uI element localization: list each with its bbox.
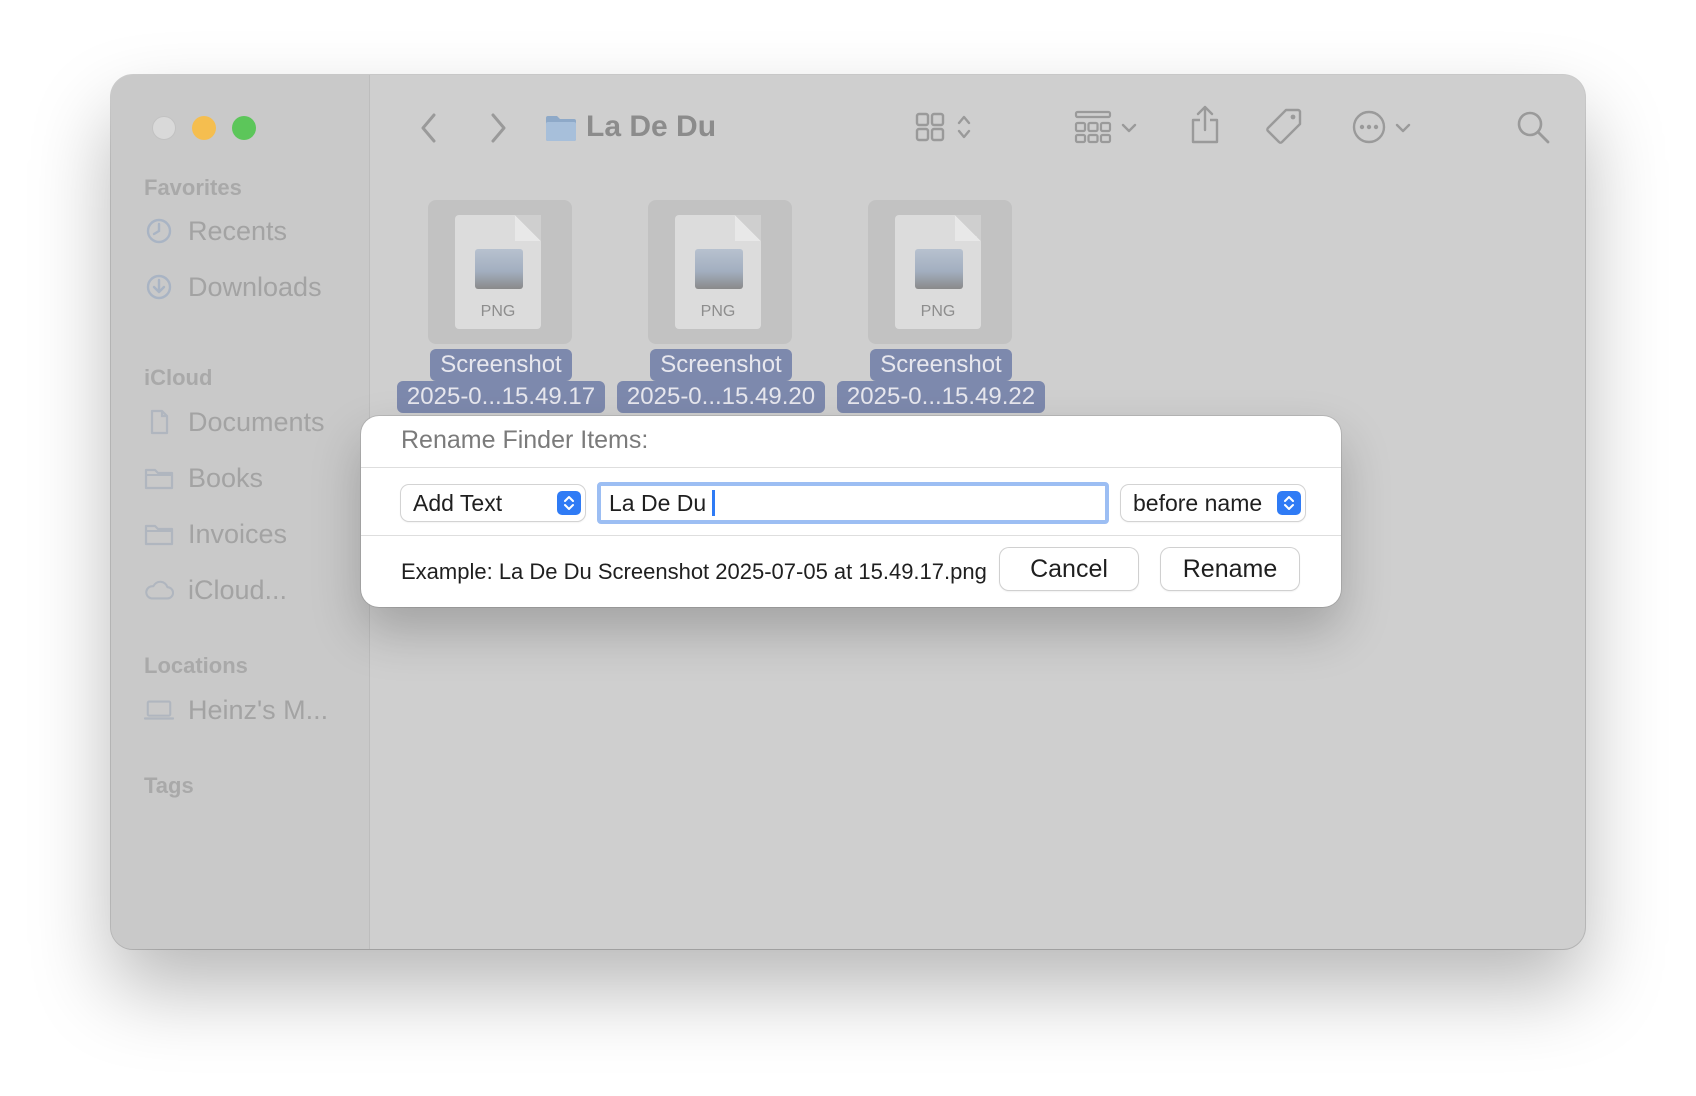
dialog-title: Rename Finder Items: xyxy=(401,426,649,454)
file-thumbnail: PNG xyxy=(428,200,572,344)
file-name-line1: Screenshot xyxy=(831,349,1051,381)
sidebar-heading-favorites: Favorites xyxy=(144,175,242,200)
text-input-value: La De Du xyxy=(609,489,707,516)
png-file-icon: PNG xyxy=(455,215,541,329)
divider xyxy=(361,535,1341,536)
icon-view-icon[interactable] xyxy=(913,108,947,146)
rename-button[interactable]: Rename xyxy=(1161,548,1299,590)
folder-icon xyxy=(144,519,174,549)
sidebar-heading-tags: Tags xyxy=(144,773,194,798)
popup-stepper-icon xyxy=(557,491,581,515)
file-name-line2: 2025-0...15.49.17 xyxy=(391,381,611,413)
position-popup[interactable]: before name xyxy=(1121,485,1305,521)
cloud-icon xyxy=(144,575,174,605)
sidebar-item-books[interactable]: Books xyxy=(144,460,263,496)
search-icon[interactable] xyxy=(1514,108,1552,146)
sidebar-item-label: Invoices xyxy=(188,518,288,549)
share-icon[interactable] xyxy=(1187,103,1223,147)
chevron-down-icon[interactable] xyxy=(1393,115,1413,141)
close-window-button[interactable] xyxy=(152,116,176,140)
sidebar-item-recents[interactable]: Recents xyxy=(144,213,287,249)
sidebar-item-label: Books xyxy=(188,462,264,493)
tag-icon[interactable] xyxy=(1264,106,1304,146)
divider xyxy=(361,467,1341,468)
laptop-icon xyxy=(144,695,174,725)
clock-icon xyxy=(144,216,174,246)
minimize-window-button[interactable] xyxy=(192,116,216,140)
file-name-line1: Screenshot xyxy=(611,349,831,381)
text-cursor xyxy=(712,490,716,516)
sidebar-item-invoices[interactable]: Invoices xyxy=(144,516,287,552)
file-name-line2: 2025-0...15.49.22 xyxy=(831,381,1051,413)
sidebar-heading-locations: Locations xyxy=(144,653,248,678)
text-input[interactable]: La De Du xyxy=(597,482,1109,524)
file-name-line2: 2025-0...15.49.20 xyxy=(611,381,831,413)
view-options-stepper-icon[interactable] xyxy=(953,108,975,146)
forward-chevron-icon[interactable] xyxy=(480,108,516,148)
png-file-icon: PNG xyxy=(675,215,761,329)
file-name-line1: Screenshot xyxy=(391,349,611,381)
rename-mode-value: Add Text xyxy=(413,489,503,516)
group-icon[interactable] xyxy=(1073,108,1113,146)
sidebar-item-label: Heinz's M... xyxy=(188,694,329,725)
more-actions-icon[interactable] xyxy=(1351,108,1387,146)
sidebar-item-label: Documents xyxy=(188,406,325,437)
file-type-label: PNG xyxy=(480,303,516,320)
sidebar-item-icloud-drive[interactable]: iCloud... xyxy=(144,572,287,608)
sidebar-item-label: Downloads xyxy=(188,271,322,302)
png-file-icon: PNG xyxy=(895,215,981,329)
zoom-window-button[interactable] xyxy=(232,116,256,140)
file-type-label: PNG xyxy=(920,303,956,320)
window-title: La De Du xyxy=(586,110,717,143)
folder-icon xyxy=(144,463,174,493)
position-value: before name xyxy=(1133,489,1263,516)
download-icon xyxy=(144,272,174,302)
file-type-label: PNG xyxy=(700,303,736,320)
rename-dialog: Rename Finder Items: Add Text La De Du b… xyxy=(361,416,1341,607)
sidebar-item-downloads[interactable]: Downloads xyxy=(144,269,322,305)
back-chevron-icon[interactable] xyxy=(411,108,447,148)
sidebar: Favorites Recents Downloads iCloud Docum… xyxy=(111,75,370,949)
document-icon xyxy=(144,407,174,437)
popup-stepper-icon xyxy=(1277,491,1301,515)
sidebar-item-computer[interactable]: Heinz's M... xyxy=(144,692,328,728)
cancel-button[interactable]: Cancel xyxy=(1000,548,1138,590)
file-thumbnail: PNG xyxy=(868,200,1012,344)
file-thumbnail: PNG xyxy=(648,200,792,344)
chevron-down-icon[interactable] xyxy=(1119,115,1139,141)
rename-mode-popup[interactable]: Add Text xyxy=(401,485,585,521)
example-text: Example: La De Du Screenshot 2025-07-05 … xyxy=(401,559,987,584)
sidebar-item-label: Recents xyxy=(188,215,288,246)
folder-title-icon xyxy=(545,113,577,143)
sidebar-heading-icloud: iCloud xyxy=(144,365,213,390)
sidebar-item-documents[interactable]: Documents xyxy=(144,404,325,440)
sidebar-item-label: iCloud... xyxy=(188,574,288,605)
